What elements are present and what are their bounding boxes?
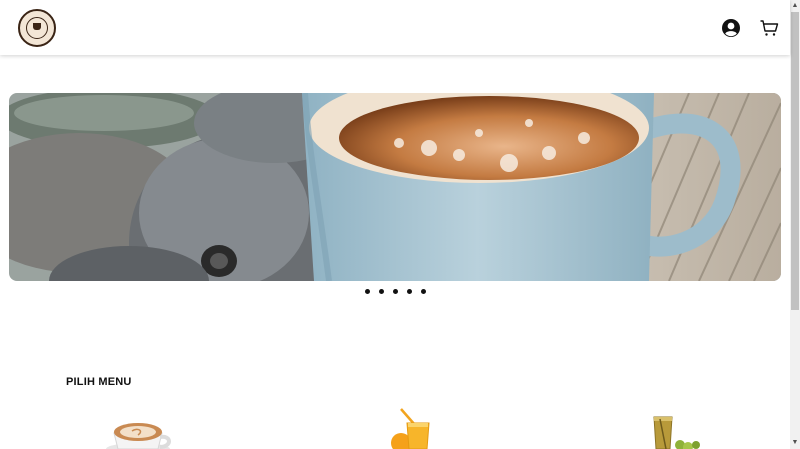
scroll-down-arrow-icon[interactable]: ▼ xyxy=(790,437,800,449)
logo-cup-icon xyxy=(33,23,41,30)
carousel-dot[interactable] xyxy=(407,289,412,294)
top-navbar xyxy=(0,0,790,55)
coffee-cup-on-stones-image xyxy=(9,93,781,281)
menu-item-cappuccino[interactable] xyxy=(100,405,180,449)
cappuccino-icon xyxy=(106,423,171,449)
cart-button[interactable] xyxy=(759,18,779,38)
orange-juice-icon xyxy=(391,408,430,449)
menu-item-orange-juice[interactable] xyxy=(375,405,455,449)
scroll-thumb[interactable] xyxy=(791,12,799,310)
user-circle-icon xyxy=(722,19,740,37)
user-account-button[interactable] xyxy=(721,18,741,38)
carousel-dot[interactable] xyxy=(379,289,384,294)
menu-item-green-juice[interactable] xyxy=(630,405,710,449)
scroll-up-arrow-icon[interactable]: ▲ xyxy=(790,0,800,12)
menu-section-title: PILIH MENU xyxy=(66,376,132,388)
carousel-indicators xyxy=(362,289,432,297)
brand-logo[interactable] xyxy=(18,9,56,47)
green-juice-icon xyxy=(653,416,700,449)
carousel-dot[interactable] xyxy=(421,289,426,294)
hero-carousel[interactable] xyxy=(9,93,781,281)
page-scrollbar[interactable]: ▲ ▼ xyxy=(790,0,800,449)
carousel-dot[interactable] xyxy=(393,289,398,294)
carousel-dot[interactable] xyxy=(365,289,370,294)
shopping-cart-icon xyxy=(760,20,779,36)
